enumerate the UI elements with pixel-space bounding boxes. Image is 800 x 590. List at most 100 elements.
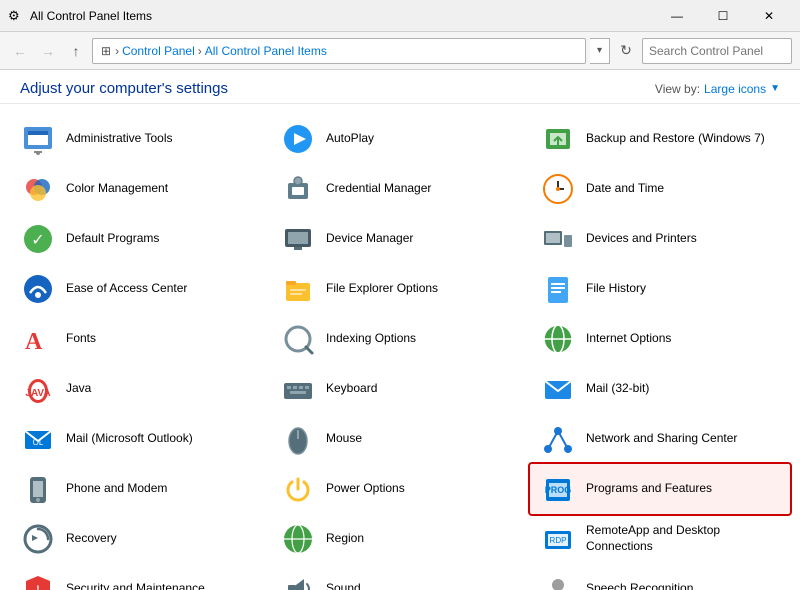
datetime-icon [540,171,576,207]
view-dropdown-arrow[interactable]: ▼ [770,83,780,94]
credential-icon [280,171,316,207]
path-arrow1: › [115,44,119,58]
item-label-file-exp: File Explorer Options [326,281,438,297]
refresh-button[interactable]: ↻ [614,39,638,63]
control-item-programs[interactable]: PROG Programs and Features [530,464,790,514]
item-label-datetime: Date and Time [586,181,664,197]
control-item-datetime[interactable]: Date and Time [530,164,790,214]
mouse-icon [280,421,316,457]
window-title: All Control Panel Items [30,9,654,23]
phone-icon [20,471,56,507]
item-label-phone-modem: Phone and Modem [66,481,167,497]
up-button[interactable]: ↑ [64,39,88,63]
item-label-sound: Sound [326,581,361,590]
forward-button[interactable]: → [36,39,60,63]
item-label-file-hist: File History [586,281,646,297]
ease-icon [20,271,56,307]
back-button[interactable]: ← [8,39,32,63]
control-item-phone-modem[interactable]: Phone and Modem [10,464,270,514]
keyboard-icon [280,371,316,407]
control-item-recovery[interactable]: Recovery [10,514,270,564]
path-dropdown[interactable]: ▾ [590,38,610,64]
svg-text:A: A [25,329,43,355]
control-item-java[interactable]: JAVAJava [10,364,270,414]
maximize-button[interactable]: ☐ [700,0,746,32]
mail-ol-icon: OL [20,421,56,457]
svg-text:✓: ✓ [31,232,44,249]
svg-text:RDP: RDP [550,536,567,545]
close-button[interactable]: ✕ [746,0,792,32]
control-item-credential[interactable]: Credential Manager [270,164,530,214]
content-header: Adjust your computer's settings View by:… [0,70,800,104]
item-label-recovery: Recovery [66,531,117,547]
control-item-fonts[interactable]: A Fonts [10,314,270,364]
prog-icon: PROG [540,471,576,507]
item-label-mail-32: Mail (32-bit) [586,381,649,397]
control-item-security[interactable]: !Security and Maintenance [10,564,270,590]
fonts-icon: A [20,321,56,357]
control-item-file-hist[interactable]: File History [530,264,790,314]
address-bar: ← → ↑ ⊞ › Control Panel › All Control Pa… [0,32,800,70]
control-item-autoplay[interactable]: AutoPlay [270,114,530,164]
control-item-speech[interactable]: Speech Recognition [530,564,790,590]
control-item-devices-printers[interactable]: Devices and Printers [530,214,790,264]
autoplay-icon [280,121,316,157]
view-by-value[interactable]: Large icons [704,82,766,96]
control-item-color-mgmt[interactable]: Color Management [10,164,270,214]
item-label-power: Power Options [326,481,405,497]
control-item-region[interactable]: Region [270,514,530,564]
item-label-credential: Credential Manager [326,181,431,197]
admin-icon [20,121,56,157]
path-all-items[interactable]: All Control Panel Items [205,44,327,58]
control-item-remote-app[interactable]: RDPRemoteApp and Desktop Connections [530,514,790,564]
control-item-device-mgr[interactable]: Device Manager [270,214,530,264]
main-content: Adjust your computer's settings View by:… [0,70,800,590]
window-icon: ⚙ [8,8,24,24]
control-item-power[interactable]: Power Options [270,464,530,514]
control-item-ease-access[interactable]: Ease of Access Center [10,264,270,314]
item-label-color-mgmt: Color Management [66,181,168,197]
control-item-default-prog[interactable]: ✓Default Programs [10,214,270,264]
search-box[interactable]: 🔍 [642,38,792,64]
backup-icon [540,121,576,157]
item-label-devices-printers: Devices and Printers [586,231,697,247]
sound-icon [280,571,316,590]
item-label-admin-tools: Administrative Tools [66,131,173,147]
devices-icon [540,221,576,257]
minimize-button[interactable]: — [654,0,700,32]
java-icon: JAVA [20,371,56,407]
title-bar: ⚙ All Control Panel Items — ☐ ✕ [0,0,800,32]
item-label-ease-access: Ease of Access Center [66,281,187,297]
svg-text:OL: OL [33,438,44,447]
item-label-backup: Backup and Restore (Windows 7) [586,131,765,147]
item-label-programs: Programs and Features [586,481,712,497]
color-icon [20,171,56,207]
path-control-panel[interactable]: Control Panel [122,44,195,58]
control-item-network[interactable]: Network and Sharing Center [530,414,790,464]
item-label-region: Region [326,531,364,547]
control-panel-items: Administrative Tools AutoPlay Backup and R… [0,104,800,590]
control-item-admin-tools[interactable]: Administrative Tools [10,114,270,164]
file-hist-icon [540,271,576,307]
file-exp-icon [280,271,316,307]
item-label-network: Network and Sharing Center [586,431,737,447]
search-input[interactable] [649,44,800,58]
address-path[interactable]: ⊞ › Control Panel › All Control Panel It… [92,38,586,64]
indexing-icon [280,321,316,357]
control-item-sound[interactable]: Sound [270,564,530,590]
control-item-internet[interactable]: Internet Options [530,314,790,364]
item-label-device-mgr: Device Manager [326,231,413,247]
security-icon: ! [20,571,56,590]
control-item-mail-outlook[interactable]: OL Mail (Microsoft Outlook) [10,414,270,464]
control-item-keyboard[interactable]: Keyboard [270,364,530,414]
control-item-file-exp[interactable]: File Explorer Options [270,264,530,314]
item-label-autoplay: AutoPlay [326,131,374,147]
item-label-fonts: Fonts [66,331,96,347]
item-label-mail-outlook: Mail (Microsoft Outlook) [66,431,193,447]
control-item-backup[interactable]: Backup and Restore (Windows 7) [530,114,790,164]
control-item-mail-32[interactable]: Mail (32-bit) [530,364,790,414]
control-item-indexing[interactable]: Indexing Options [270,314,530,364]
control-item-mouse[interactable]: Mouse [270,414,530,464]
region-icon [280,521,316,557]
item-label-indexing: Indexing Options [326,331,416,347]
